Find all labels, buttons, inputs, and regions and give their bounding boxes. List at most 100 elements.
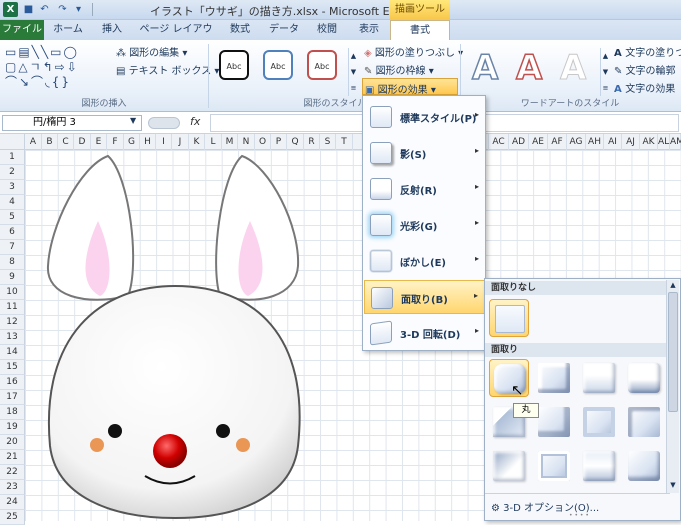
row-header-cell[interactable]: 14 bbox=[0, 345, 25, 360]
column-header-cell[interactable]: S bbox=[320, 134, 336, 150]
tab-review[interactable]: 校閲 bbox=[308, 20, 346, 40]
text-effects-button[interactable]: A 文字の効果 bbox=[614, 80, 675, 95]
effects-menu-item[interactable]: 影(S) ▸ bbox=[364, 136, 485, 170]
save-icon[interactable]: ■ bbox=[22, 3, 35, 16]
row-header-cell[interactable]: 4 bbox=[0, 195, 25, 210]
shape-gallery[interactable]: ▭▤╲╲▭◯ ▢△ㄱ↰⇨⇩ ⌒↘⌒◟{} bbox=[5, 45, 105, 95]
row-header-cell[interactable]: 25 bbox=[0, 510, 25, 525]
row-header-cell[interactable]: 12 bbox=[0, 315, 25, 330]
row-header-cell[interactable]: 23 bbox=[0, 480, 25, 495]
text-box-button[interactable]: ▤ テキスト ボックス ▾ bbox=[116, 62, 219, 77]
resize-grip[interactable]: • • • • bbox=[569, 512, 589, 519]
shape-style-blue[interactable]: Abc bbox=[263, 50, 293, 80]
effects-menu-item[interactable]: 面取り(B) ▸ bbox=[364, 280, 485, 314]
row-header-cell[interactable]: 8 bbox=[0, 255, 25, 270]
bevel-preset[interactable] bbox=[579, 403, 619, 441]
select-all-corner[interactable] bbox=[0, 134, 25, 150]
shape-fill-button[interactable]: ◈ 図形の塗りつぶし ▾ bbox=[364, 44, 463, 59]
text-outline-button[interactable]: ✎ 文字の輪郭 bbox=[614, 62, 676, 77]
row-header-cell[interactable]: 22 bbox=[0, 465, 25, 480]
undo-icon[interactable]: ↶ bbox=[38, 3, 51, 16]
right-ear[interactable] bbox=[215, 154, 300, 301]
scroll-thumb[interactable] bbox=[668, 292, 678, 412]
effects-menu-item[interactable]: 標準スタイル(P) ▸ bbox=[364, 100, 485, 134]
name-box[interactable]: 円/楕円 3 bbox=[2, 115, 142, 131]
row-header-cell[interactable]: 19 bbox=[0, 420, 25, 435]
shape-style-red[interactable]: Abc bbox=[307, 50, 337, 80]
bevel-preset[interactable] bbox=[534, 403, 574, 441]
tab-home[interactable]: ホーム bbox=[48, 20, 88, 40]
effects-menu-item[interactable]: 光彩(G) ▸ bbox=[364, 208, 485, 242]
shape-effects-button[interactable]: ▣ 図形の効果 ▾ bbox=[362, 78, 458, 96]
customize-qat-icon[interactable]: ▾ bbox=[72, 3, 85, 16]
edit-shape-button[interactable]: ⁂ 図形の編集 ▾ bbox=[116, 44, 187, 59]
tab-page-layout[interactable]: ページ レイアウト bbox=[136, 20, 216, 55]
row-header-cell[interactable]: 6 bbox=[0, 225, 25, 240]
row-header-cell[interactable]: 24 bbox=[0, 495, 25, 510]
style-gallery-scroll[interactable]: ▲ ▼ ≡ bbox=[348, 48, 358, 96]
column-header-cell[interactable]: AD bbox=[509, 134, 529, 150]
redo-icon[interactable]: ↷ bbox=[56, 3, 69, 16]
column-header-cell[interactable]: AH bbox=[586, 134, 604, 150]
tab-view[interactable]: 表示 bbox=[350, 20, 388, 40]
effects-menu-item[interactable]: 3-D 回転(D) ▸ bbox=[364, 316, 485, 350]
column-header-cell[interactable]: T bbox=[336, 134, 353, 150]
row-header-cell[interactable]: 15 bbox=[0, 360, 25, 375]
column-header-cell[interactable]: AJ bbox=[622, 134, 640, 150]
column-header-cell[interactable]: AE bbox=[529, 134, 548, 150]
column-header-cell[interactable]: AI bbox=[604, 134, 622, 150]
row-header-cell[interactable]: 5 bbox=[0, 210, 25, 225]
text-fill-button[interactable]: A 文字の塗りつ bbox=[614, 44, 681, 59]
bevel-none[interactable] bbox=[489, 299, 529, 337]
column-header-cell[interactable]: AM bbox=[670, 134, 681, 150]
bevel-preset[interactable] bbox=[489, 447, 529, 485]
row-header-cell[interactable]: 20 bbox=[0, 435, 25, 450]
row-header-cell[interactable]: 9 bbox=[0, 270, 25, 285]
row-header-cell[interactable]: 16 bbox=[0, 375, 25, 390]
row-header-cell[interactable]: 10 bbox=[0, 285, 25, 300]
row-header-cell[interactable]: 3 bbox=[0, 180, 25, 195]
row-header-cell[interactable]: 1 bbox=[0, 150, 25, 165]
bevel-preset[interactable] bbox=[624, 403, 664, 441]
wordart-style-outline[interactable]: A bbox=[471, 47, 499, 89]
effects-menu-item[interactable]: 反射(R) ▸ bbox=[364, 172, 485, 206]
wordart-style-red[interactable]: A bbox=[515, 47, 543, 89]
row-header-cell[interactable]: 11 bbox=[0, 300, 25, 315]
shape-style-black[interactable]: Abc bbox=[219, 50, 249, 80]
scroll-up-icon[interactable]: ▲ bbox=[668, 281, 678, 291]
row-header-cell[interactable]: 21 bbox=[0, 450, 25, 465]
bevel-preset[interactable] bbox=[579, 359, 619, 397]
bevel-scrollbar[interactable]: ▲ ▼ bbox=[666, 280, 679, 493]
excel-app-icon[interactable]: X bbox=[3, 2, 18, 17]
bevel-preset[interactable] bbox=[624, 447, 664, 485]
insert-function-icon[interactable]: fx bbox=[190, 115, 200, 128]
rabbit-illustration[interactable] bbox=[30, 146, 320, 521]
tab-file[interactable]: ファイル bbox=[0, 20, 44, 40]
left-ear[interactable] bbox=[46, 154, 135, 301]
bevel-preset[interactable] bbox=[534, 447, 574, 485]
column-header-cell[interactable]: AG bbox=[567, 134, 586, 150]
shape-outline-button[interactable]: ✎ 図形の枠線 ▾ bbox=[364, 62, 434, 77]
effects-menu-item[interactable]: ぼかし(E) ▸ bbox=[364, 244, 485, 278]
formula-bar-splitter[interactable] bbox=[148, 117, 180, 129]
row-header-cell[interactable]: 7 bbox=[0, 240, 25, 255]
row-header-cell[interactable]: 17 bbox=[0, 390, 25, 405]
wordart-gallery-scroll[interactable]: ▲ ▼ ≡ bbox=[600, 48, 610, 96]
row-header-cell[interactable]: 2 bbox=[0, 165, 25, 180]
bevel-preset[interactable] bbox=[624, 359, 664, 397]
bevel-preset[interactable] bbox=[534, 359, 574, 397]
tab-format[interactable]: 書式 bbox=[390, 20, 450, 41]
column-header-cell[interactable]: AL bbox=[658, 134, 670, 150]
wordart-style-gray[interactable]: A bbox=[559, 48, 586, 89]
column-header-cell[interactable]: AC bbox=[489, 134, 509, 150]
column-header-cell[interactable]: AK bbox=[640, 134, 658, 150]
column-header-cell[interactable]: AF bbox=[548, 134, 567, 150]
name-box-dropdown-icon[interactable]: ▼ bbox=[130, 116, 136, 125]
scroll-down-icon[interactable]: ▼ bbox=[668, 481, 678, 491]
row-header-cell[interactable]: 18 bbox=[0, 405, 25, 420]
tab-data[interactable]: データ bbox=[262, 20, 306, 40]
row-header-cell[interactable]: 13 bbox=[0, 330, 25, 345]
bevel-preset[interactable] bbox=[579, 447, 619, 485]
tab-insert[interactable]: 挿入 bbox=[92, 20, 132, 40]
tab-formulas[interactable]: 数式 bbox=[220, 20, 260, 40]
